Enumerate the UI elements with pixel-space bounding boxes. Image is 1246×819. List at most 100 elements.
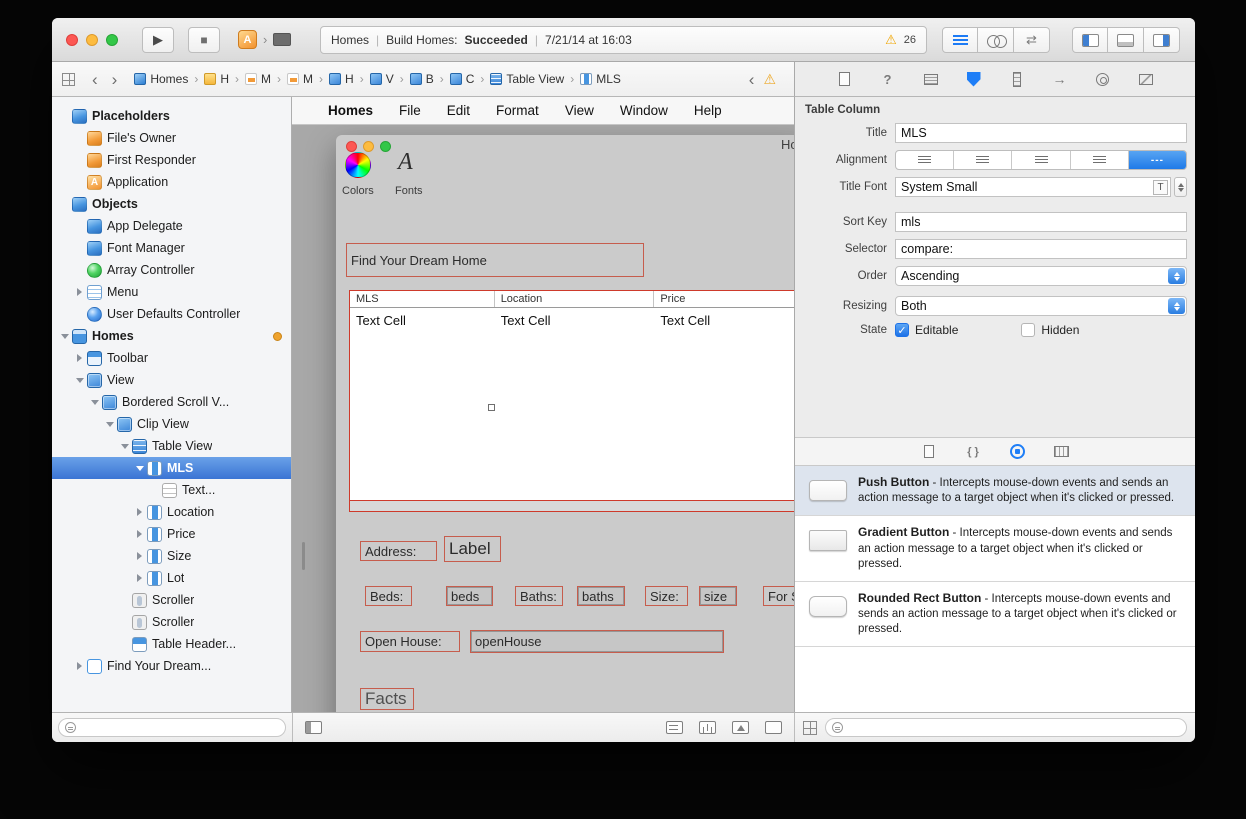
sidebar-item-toolbar[interactable]: Toolbar <box>52 347 291 369</box>
disclosure-triangle[interactable] <box>103 422 116 427</box>
sidebar-item-homes[interactable]: Homes <box>52 325 291 347</box>
sidebar-item-text[interactable]: Text... <box>52 479 291 501</box>
minimize-window-button[interactable] <box>86 34 98 46</box>
alignment-segment-align-center[interactable] <box>954 151 1012 169</box>
mock-size-label[interactable]: Size: <box>645 586 688 606</box>
disclosure-triangle[interactable] <box>133 552 146 560</box>
tab-attributes-inspector[interactable] <box>963 67 985 91</box>
tab-bindings-inspector[interactable] <box>1092 67 1114 91</box>
mock-beds-field[interactable]: beds <box>446 586 493 606</box>
tab-file-inspector[interactable] <box>834 67 856 91</box>
scheme-selector[interactable]: A › <box>238 30 291 49</box>
forward-button[interactable]: › <box>105 71 125 88</box>
standard-editor-button[interactable] <box>942 27 978 53</box>
mock-menu-item-view[interactable]: View <box>565 103 594 118</box>
sidebar-item-scroller[interactable]: Scroller <box>52 589 291 611</box>
tab-code-snippet-library[interactable]: { } <box>962 441 984 463</box>
sidebar-item-user-defaults-controller[interactable]: User Defaults Controller <box>52 303 291 325</box>
hidden-checkbox[interactable] <box>1021 323 1035 337</box>
toggle-debug-area-button[interactable] <box>1108 27 1144 53</box>
order-popup[interactable]: Ascending <box>895 266 1187 286</box>
editable-checkbox[interactable]: ✓ <box>895 323 909 337</box>
breadcrumb-item-mls[interactable]: MLS <box>578 72 623 86</box>
mock-column-header-price[interactable]: Price <box>654 291 794 307</box>
breadcrumb-item-m[interactable]: M <box>285 72 315 86</box>
disclosure-triangle[interactable] <box>73 662 86 670</box>
breadcrumb-item-h[interactable]: H <box>202 72 231 86</box>
toggle-navigator-button[interactable] <box>1072 27 1108 53</box>
mock-table-view[interactable]: MLSLocationPrice Text CellText CellText … <box>349 290 794 512</box>
alignment-segment-align-natural[interactable]: --- <box>1129 151 1186 169</box>
breadcrumb-item-table-view[interactable]: Table View <box>488 72 566 86</box>
sidebar-item-application[interactable]: AApplication <box>52 171 291 193</box>
mock-size-field[interactable]: size <box>699 586 737 606</box>
toggle-utilities-button[interactable] <box>1144 27 1180 53</box>
sidebar-item-app-delegate[interactable]: App Delegate <box>52 215 291 237</box>
breadcrumb-item-b[interactable]: B <box>408 72 436 86</box>
sidebar-item-array-controller[interactable]: Array Controller <box>52 259 291 281</box>
warning-icon[interactable]: ⚠ <box>885 32 897 48</box>
warning-count[interactable]: 26 <box>904 34 916 46</box>
sidebar-item-scroller[interactable]: Scroller <box>52 611 291 633</box>
mock-address-value-label[interactable]: Label <box>444 536 501 562</box>
mock-baths-field[interactable]: baths <box>577 586 625 606</box>
related-items-icon[interactable] <box>62 73 75 86</box>
tab-object-library[interactable] <box>1006 441 1028 463</box>
resizing-popup[interactable]: Both <box>895 296 1187 316</box>
breadcrumb-item-v[interactable]: V <box>368 72 396 86</box>
pin-button[interactable] <box>699 721 716 734</box>
disclosure-triangle[interactable] <box>118 444 131 449</box>
close-window-button[interactable] <box>66 34 78 46</box>
sidebar-item-table-view[interactable]: Table View <box>52 435 291 457</box>
mock-open-house-field[interactable]: openHouse <box>470 630 724 653</box>
disclosure-triangle[interactable] <box>133 508 146 516</box>
fonts-icon[interactable]: A <box>398 149 413 176</box>
version-editor-button[interactable]: ⇄ <box>1014 27 1050 53</box>
resizing-behavior-button[interactable] <box>765 721 782 734</box>
library-item-rounded-rect-button[interactable]: Rounded Rect Button - Intercepts mouse-d… <box>795 582 1195 648</box>
disclosure-triangle[interactable] <box>73 288 86 296</box>
alignment-segment-align-right[interactable] <box>1071 151 1129 169</box>
breadcrumb-item-h[interactable]: H <box>327 72 356 86</box>
mock-menu-item-homes[interactable]: Homes <box>328 103 373 118</box>
disclosure-triangle[interactable] <box>73 354 86 362</box>
canvas-scroll-indicator[interactable] <box>302 542 305 570</box>
mock-address-label[interactable]: Address: <box>360 541 437 561</box>
mock-facts-label[interactable]: Facts <box>360 688 414 710</box>
back-button[interactable]: ‹ <box>85 71 105 88</box>
sidebar-item-table-header[interactable]: Table Header... <box>52 633 291 655</box>
disclosure-triangle[interactable] <box>133 574 146 582</box>
mock-heading-label[interactable]: Find Your Dream Home <box>346 243 644 277</box>
mock-menu-item-window[interactable]: Window <box>620 103 668 118</box>
disclosure-triangle[interactable] <box>133 466 146 471</box>
mock-menu-item-help[interactable]: Help <box>694 103 722 118</box>
library-item-push-button[interactable]: Push Button - Intercepts mouse-down even… <box>795 466 1195 516</box>
mock-column-header-location[interactable]: Location <box>495 291 655 307</box>
mock-for-sale-label[interactable]: For Sale: <box>763 586 794 606</box>
disclosure-triangle[interactable] <box>58 334 71 339</box>
sidebar-item-mls[interactable]: MLS <box>52 457 291 479</box>
outline-filter-input[interactable] <box>80 722 279 734</box>
mock-baths-label[interactable]: Baths: <box>515 586 563 606</box>
disclosure-triangle[interactable] <box>133 530 146 538</box>
tab-connections-inspector[interactable]: → <box>1049 67 1071 91</box>
tab-identity-inspector[interactable] <box>920 67 942 91</box>
library-filter-input[interactable] <box>847 722 1180 734</box>
sidebar-item-menu[interactable]: Menu <box>52 281 291 303</box>
sidebar-item-view[interactable]: View <box>52 369 291 391</box>
mock-open-house-label[interactable]: Open House: <box>360 631 460 652</box>
resolve-autolayout-button[interactable] <box>732 721 749 734</box>
mock-menu-item-edit[interactable]: Edit <box>447 103 470 118</box>
tab-media-library[interactable] <box>1050 441 1072 463</box>
previous-issue-button[interactable]: ‹ <box>742 71 762 88</box>
sidebar-item-first-responder[interactable]: First Responder <box>52 149 291 171</box>
mock-menu-item-file[interactable]: File <box>399 103 421 118</box>
sidebar-item-objects[interactable]: Objects <box>52 193 291 215</box>
mock-beds-label[interactable]: Beds: <box>365 586 412 606</box>
sort-key-field[interactable]: mls <box>895 212 1187 232</box>
assistant-editor-button[interactable] <box>978 27 1014 53</box>
disclosure-triangle[interactable] <box>73 378 86 383</box>
title-font-field[interactable]: System Small T <box>895 177 1171 197</box>
mock-menu-item-format[interactable]: Format <box>496 103 539 118</box>
breadcrumb-item-homes[interactable]: Homes <box>132 72 190 86</box>
